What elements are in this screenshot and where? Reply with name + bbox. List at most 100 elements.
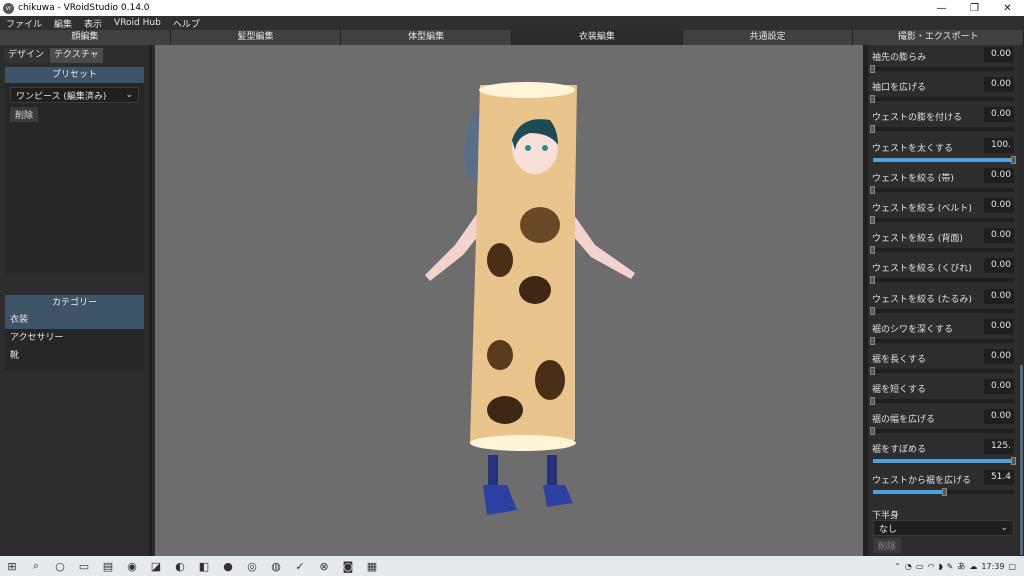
category-item-shoes[interactable]: 靴: [5, 347, 144, 365]
notification-icon[interactable]: ▢: [1008, 562, 1016, 571]
param-slider[interactable]: [870, 125, 1014, 134]
ime-icon[interactable]: あ: [957, 561, 965, 572]
param-slider-knob[interactable]: [870, 427, 875, 436]
param-slider-knob[interactable]: [870, 397, 875, 406]
param-value-input[interactable]: 0.00: [984, 107, 1014, 123]
tab-face[interactable]: 顔編集: [0, 30, 171, 45]
task-view-icon[interactable]: ▭: [72, 556, 96, 576]
chevron-up-icon[interactable]: ⌃: [894, 562, 901, 571]
app-icon-4[interactable]: ◧: [192, 556, 216, 576]
param-slider[interactable]: [870, 65, 1014, 73]
param-value-input[interactable]: 0.00: [984, 379, 1014, 395]
chrome-icon[interactable]: ◎: [240, 556, 264, 576]
param-slider[interactable]: [870, 215, 1014, 224]
param-slider[interactable]: [873, 155, 1016, 164]
tab-export[interactable]: 撮影・エクスポート: [853, 30, 1024, 45]
tab-body[interactable]: 体型編集: [341, 30, 513, 45]
lower-body-select[interactable]: なし ⌄: [873, 520, 1014, 536]
xbox-icon[interactable]: ⊗: [312, 556, 336, 576]
param-slider[interactable]: [870, 306, 1014, 315]
param-slider-knob[interactable]: [870, 185, 875, 194]
param-slider[interactable]: [873, 487, 1014, 496]
param-value-input[interactable]: 51.4: [984, 469, 1014, 485]
param-row: ウェストを絞る (たるみ) 0.00: [868, 287, 1024, 317]
wifi-icon[interactable]: ◠: [927, 562, 934, 571]
menu-view[interactable]: 表示: [78, 17, 108, 30]
param-slider[interactable]: [870, 366, 1014, 375]
param-value-input[interactable]: 125.: [984, 439, 1014, 455]
param-label: 裾を長くする: [872, 354, 927, 365]
lower-delete-button[interactable]: 削除: [873, 538, 902, 553]
preset-header: プリセット: [5, 67, 144, 83]
param-value-input[interactable]: 100.: [984, 137, 1014, 153]
param-value-input[interactable]: 0.00: [984, 318, 1014, 334]
param-slider-knob[interactable]: [870, 276, 875, 285]
param-value-input[interactable]: 0.00: [984, 409, 1014, 425]
volume-icon[interactable]: ◗: [938, 562, 942, 571]
app-icon-5[interactable]: ✓: [288, 556, 312, 576]
param-value-input[interactable]: 0.00: [984, 288, 1014, 304]
param-slider-knob[interactable]: [870, 65, 875, 73]
cortana-icon[interactable]: ○: [48, 556, 72, 576]
param-slider-knob[interactable]: [870, 215, 875, 224]
close-button[interactable]: ✕: [991, 0, 1024, 16]
category-item-accessory[interactable]: アクセサリー: [5, 329, 144, 347]
3d-viewport[interactable]: [155, 45, 863, 556]
app-icon-3[interactable]: ◐: [168, 556, 192, 576]
firefox-icon[interactable]: ●: [216, 556, 240, 576]
param-slider[interactable]: [870, 276, 1014, 285]
cloud-icon[interactable]: ☁: [969, 562, 977, 571]
subtab-texture[interactable]: テクスチャ: [50, 48, 103, 63]
category-item-outfit[interactable]: 衣装: [5, 311, 144, 329]
app-icon-1[interactable]: ◉: [120, 556, 144, 576]
tab-outfit[interactable]: 衣装編集: [512, 30, 683, 45]
param-slider-knob[interactable]: [1011, 155, 1016, 164]
param-value-input[interactable]: 0.00: [984, 197, 1014, 213]
clock[interactable]: 17:39: [981, 562, 1004, 571]
app-icon-2[interactable]: ◪: [144, 556, 168, 576]
param-slider-knob[interactable]: [1011, 457, 1016, 466]
scrollbar-thumb[interactable]: [1020, 365, 1023, 555]
right-scrollbar[interactable]: [1019, 45, 1024, 556]
windows-start-icon[interactable]: ⊞: [0, 556, 24, 576]
search-icon[interactable]: ⌕: [24, 556, 48, 576]
param-slider[interactable]: [870, 336, 1014, 345]
vroid-icon[interactable]: ◙: [336, 556, 360, 576]
app-icon-6[interactable]: ▦: [360, 556, 384, 576]
subtab-design[interactable]: デザイン: [4, 48, 49, 63]
delete-button[interactable]: 削除: [10, 107, 39, 122]
param-slider-knob[interactable]: [870, 306, 875, 315]
param-value-input[interactable]: 0.00: [984, 77, 1014, 93]
tab-common[interactable]: 共通設定: [682, 30, 854, 45]
preset-select[interactable]: ワンピース (編集済み) ⌄: [10, 87, 139, 103]
network-icon[interactable]: ◔: [905, 562, 912, 571]
param-slider[interactable]: [870, 427, 1014, 436]
maximize-button[interactable]: ❐: [958, 0, 991, 16]
param-slider[interactable]: [873, 457, 1016, 466]
pen-icon[interactable]: ✎: [947, 562, 954, 571]
battery-icon[interactable]: ▭: [916, 562, 924, 571]
param-slider[interactable]: [870, 95, 1014, 104]
edge-icon[interactable]: ◍: [264, 556, 288, 576]
param-slider-knob[interactable]: [870, 336, 875, 345]
param-value-input[interactable]: 0.00: [984, 258, 1014, 274]
menu-help[interactable]: ヘルプ: [167, 17, 206, 30]
param-slider-knob[interactable]: [870, 125, 875, 134]
param-value-input[interactable]: 0.00: [984, 348, 1014, 364]
explorer-icon[interactable]: ▤: [96, 556, 120, 576]
minimize-button[interactable]: —: [925, 0, 958, 16]
param-slider-knob[interactable]: [870, 95, 875, 104]
menu-edit[interactable]: 編集: [48, 17, 78, 30]
param-slider[interactable]: [870, 185, 1014, 194]
param-value-input[interactable]: 0.00: [984, 167, 1014, 183]
param-slider-knob[interactable]: [870, 246, 875, 255]
param-slider[interactable]: [870, 246, 1014, 255]
menu-vroid-hub[interactable]: VRoid Hub: [108, 18, 167, 28]
param-slider-knob[interactable]: [870, 366, 875, 375]
param-slider[interactable]: [870, 397, 1014, 406]
param-value-input[interactable]: 0.00: [984, 47, 1014, 62]
menu-file[interactable]: ファイル: [0, 17, 48, 30]
tab-hair[interactable]: 髪型編集: [170, 30, 342, 45]
param-slider-knob[interactable]: [942, 487, 948, 496]
param-value-input[interactable]: 0.00: [984, 228, 1014, 244]
